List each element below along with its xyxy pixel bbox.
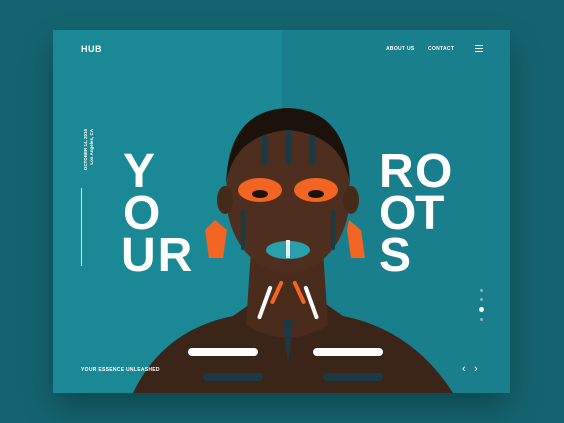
slider-dot-active[interactable] bbox=[478, 307, 484, 312]
event-date: OCTOBER 14, 2016 Los Angeles, CA bbox=[83, 129, 95, 189]
logo[interactable]: HUB bbox=[81, 44, 102, 54]
divider-line bbox=[81, 188, 82, 266]
headline-right-5: S bbox=[379, 229, 414, 282]
headline-left-3: UR bbox=[121, 229, 195, 282]
slider-dot[interactable] bbox=[479, 289, 483, 292]
chevron-left-icon[interactable]: ‹ bbox=[462, 364, 466, 375]
nav-contact[interactable]: CONTACT bbox=[428, 46, 454, 52]
event-location: Los Angeles, CA bbox=[89, 129, 94, 165]
chevron-right-icon[interactable]: › bbox=[474, 364, 478, 375]
nav-about-us[interactable]: ABOUT US bbox=[386, 46, 415, 52]
slider-dot[interactable] bbox=[479, 298, 483, 301]
hamburger-menu-icon[interactable] bbox=[475, 45, 483, 52]
slider-dot[interactable] bbox=[479, 318, 483, 321]
slider-dots bbox=[478, 289, 484, 327]
headline-right-4: T bbox=[415, 187, 447, 240]
tagline: YOUR ESSENCE UNLEASHED bbox=[81, 367, 160, 373]
hero-card: HUB ABOUT US CONTACT OCTOBER 14, 2016 Lo… bbox=[53, 30, 510, 393]
